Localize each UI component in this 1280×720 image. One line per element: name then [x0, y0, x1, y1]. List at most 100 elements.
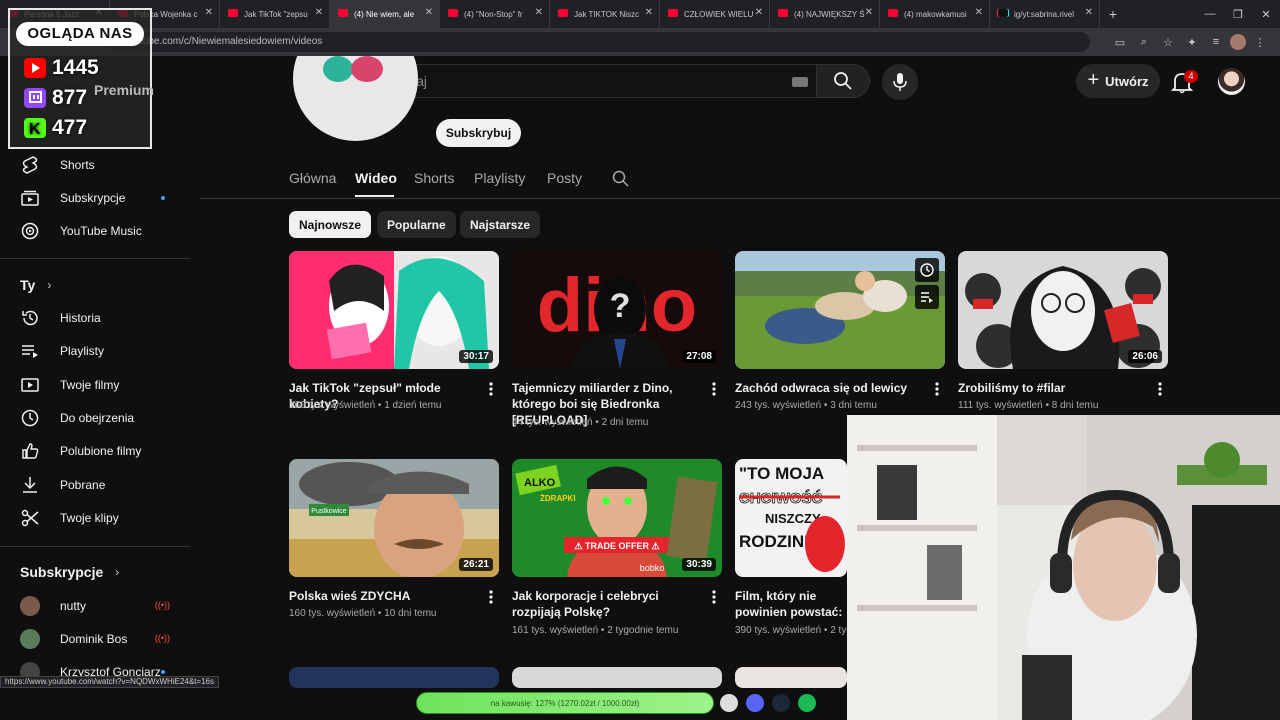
close-tab-icon[interactable]: ✕ — [645, 7, 653, 18]
sidebar-item[interactable]: Subskrypcje — [0, 181, 190, 215]
channel-tab[interactable]: Posty — [547, 170, 582, 186]
sidebar-item[interactable]: Playlisty — [0, 334, 190, 368]
voice-search-button[interactable] — [882, 64, 918, 100]
channel-tab[interactable]: Playlisty — [474, 170, 525, 186]
browser-tab[interactable]: ig/yt:sabrina.rivel ✕ — [990, 0, 1100, 28]
video-menu-icon[interactable] — [485, 589, 497, 605]
video-thumbnail[interactable] — [512, 667, 722, 688]
video-thumbnail[interactable]: 30:17 — [289, 251, 499, 369]
video-thumbnail[interactable]: Pustkowice 26:21 — [289, 459, 499, 577]
browser-tab[interactable]: (4) Nie wiem, ale ✕ — [330, 0, 440, 28]
video-thumbnail[interactable]: 26:06 — [958, 251, 1168, 369]
video-thumbnail[interactable]: "TO MOJACHCIWOŚĆNISZCZYRODZINĘ — [735, 459, 847, 577]
bookmark-star-icon[interactable]: ☆ — [1158, 32, 1178, 52]
add-to-queue-icon[interactable] — [915, 285, 939, 309]
sidebar-section-subscriptions[interactable]: Subskrypcje › — [0, 555, 190, 589]
subscription-item[interactable]: nutty ((•)) — [0, 589, 190, 623]
sidebar-item-label: Pobrane — [60, 477, 106, 492]
video-menu-icon[interactable] — [485, 381, 497, 397]
window-controls: — ❐ ✕ — [1196, 0, 1280, 28]
close-tab-icon[interactable]: ✕ — [425, 7, 433, 18]
sidebar: Shorts Subskrypcje YouTube Music Ty › Hist… — [0, 148, 200, 720]
close-tab-icon[interactable]: ✕ — [975, 7, 983, 18]
discord-icon[interactable] — [746, 694, 764, 712]
sidebar-section-you[interactable]: Ty › — [0, 268, 190, 302]
search-input[interactable] — [371, 65, 816, 97]
search-button[interactable] — [817, 64, 870, 98]
svg-text:?: ? — [610, 287, 631, 325]
sidebar-item[interactable]: YouTube Music — [0, 214, 190, 248]
channel-tab[interactable]: Główna — [289, 170, 336, 186]
sidebar-item[interactable]: Do obejrzenia — [0, 401, 190, 435]
subscription-item[interactable]: Dominik Bos ((•)) — [0, 622, 190, 656]
browser-tab[interactable]: (4) "Non-Stop" fr ✕ — [440, 0, 550, 28]
clips-icon — [20, 508, 40, 528]
close-window-icon[interactable]: ✕ — [1252, 0, 1280, 28]
close-tab-icon[interactable]: ✕ — [315, 7, 323, 18]
close-tab-icon[interactable]: ✕ — [205, 7, 213, 18]
media-controls-icon[interactable]: ≡ — [1206, 32, 1226, 52]
video-menu-icon[interactable] — [708, 381, 720, 397]
close-tab-icon[interactable]: ✕ — [865, 7, 873, 18]
filter-chip[interactable]: Najnowsze — [289, 211, 372, 238]
subscribe-button[interactable]: Subskrybuj — [436, 119, 521, 147]
close-tab-icon[interactable]: ✕ — [535, 7, 543, 18]
minimize-icon[interactable]: — — [1196, 0, 1224, 28]
new-tab-button[interactable]: + — [1100, 6, 1126, 22]
browser-tab[interactable]: Jak TikTok "zepsu ✕ — [220, 0, 330, 28]
zoom-icon[interactable]: ⌕ — [1134, 32, 1154, 52]
url-field[interactable]: tube.com/c/Niewiemalesiedowiem/videos — [110, 32, 1090, 52]
channel-tab[interactable]: Wideo — [355, 170, 397, 186]
browser-tab[interactable]: (4) makowkamusi ✕ — [880, 0, 990, 28]
sidebar-item-label: Playlisty — [60, 344, 105, 359]
sidebar-item-label: Shorts — [60, 158, 95, 172]
create-button[interactable]: + Utwórz — [1076, 64, 1160, 98]
sidebar-item[interactable]: Twoje klipy — [0, 501, 190, 535]
filter-chip[interactable]: Popularne — [377, 211, 456, 238]
channel-tab[interactable]: Shorts — [414, 170, 454, 186]
browser-menu-icon[interactable]: ⋮ — [1250, 32, 1270, 52]
cast-icon[interactable]: ▭ — [1110, 32, 1130, 52]
browser-tab[interactable]: (4) NAJWIĘKSZY Ś ✕ — [770, 0, 880, 28]
filter-chip[interactable]: Najstarsze — [460, 211, 541, 238]
view-count: 44 tys. wyświetleń — [512, 417, 593, 428]
video-title[interactable]: Jak korporacje i celebryci rozpijają Pol… — [512, 588, 702, 620]
channel-search-icon[interactable] — [612, 170, 629, 187]
sidebar-item[interactable]: Twoje filmy — [0, 368, 190, 402]
maximize-icon[interactable]: ❐ — [1224, 0, 1252, 28]
obs-icon[interactable] — [720, 694, 738, 712]
sidebar-item[interactable]: Shorts — [0, 148, 190, 182]
steam-icon[interactable] — [772, 694, 790, 712]
watch-later-icon[interactable] — [915, 258, 939, 282]
video-title[interactable]: Film, który nie powinien powstać: Lil Ma… — [735, 588, 847, 620]
video-title[interactable]: Zachód odwraca się od lewicy — [735, 380, 925, 396]
browser-tab[interactable]: Jak TIKTOK Niszc ✕ — [550, 0, 660, 28]
account-avatar[interactable] — [1218, 68, 1245, 95]
video-menu-icon[interactable] — [931, 381, 943, 397]
extensions-icon[interactable]: ✦ — [1182, 32, 1202, 52]
profile-avatar[interactable] — [1230, 34, 1246, 50]
video-thumbnail[interactable] — [735, 251, 945, 369]
sidebar-item[interactable]: Polubione filmy — [0, 434, 190, 468]
address-bar-actions: ▭ ⌕ ☆ ✦ ≡ ⋮ — [1110, 32, 1270, 52]
video-menu-icon[interactable] — [708, 589, 720, 605]
video-thumbnail[interactable] — [735, 667, 847, 688]
video-thumbnail[interactable]: ALKO ŻDRAPKI ⚠ TRADE OFFER ⚠ bobko 30:39 — [512, 459, 722, 577]
browser-tab[interactable]: CZŁOWIEK WIELU ✕ — [660, 0, 770, 28]
video-duration: 30:39 — [682, 558, 716, 571]
sidebar-item[interactable]: Historia — [0, 301, 190, 335]
video-thumbnail[interactable] — [289, 667, 499, 688]
video-title[interactable]: Zrobiliśmy to #filar — [958, 380, 1148, 396]
video-title[interactable]: Polska wieś ZDYCHA — [289, 588, 479, 604]
video-thumbnail[interactable]: dino?27:08 — [512, 251, 722, 369]
channel-avatar[interactable] — [293, 56, 418, 142]
svg-text:"TO MOJA: "TO MOJA — [739, 464, 824, 483]
sidebar-item[interactable]: Pobrane — [0, 468, 190, 502]
address-bar: ⟳ tube.com/c/Niewiemalesiedowiem/videos … — [0, 28, 1280, 56]
spotify-icon[interactable] — [798, 694, 816, 712]
keyboard-icon[interactable] — [792, 77, 808, 87]
close-tab-icon[interactable]: ✕ — [755, 7, 763, 18]
upload-age: 3 dni temu — [830, 400, 877, 411]
video-menu-icon[interactable] — [1154, 381, 1166, 397]
close-tab-icon[interactable]: ✕ — [1085, 7, 1093, 18]
